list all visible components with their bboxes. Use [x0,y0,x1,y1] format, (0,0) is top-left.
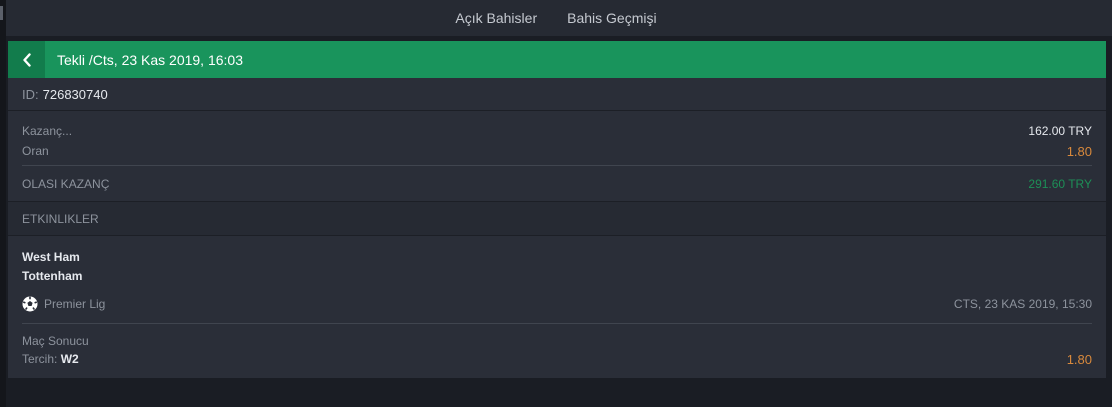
bet-header: Tekli /Cts, 23 Kas 2019, 16:03 [8,41,1106,78]
selection-label: Tercih: [22,352,58,366]
selection-value: W2 [60,352,79,366]
league-row: Premier Lig CTS, 23 KAS 2019, 15:30 [22,290,1092,318]
event-item: West Ham Tottenham Premier Lig CTS, 23 K… [8,236,1106,324]
league-name: Premier Lig [44,297,106,311]
bet-id-row: ID: 726830740 [8,78,1106,111]
market-block: Maç Sonucu Tercih: W2 1.80 [8,324,1106,378]
odds-value: 1.80 [1066,143,1092,159]
events-section-header: ETKINLIKLER [8,201,1106,236]
bet-detail-panel: Tekli /Cts, 23 Kas 2019, 16:03 ID: 72683… [8,41,1106,378]
bet-id-label: ID: [22,86,39,102]
edge-marker [0,6,3,20]
bet-title: Tekli /Cts, 23 Kas 2019, 16:03 [57,51,243,68]
left-edge-strip [0,0,6,407]
selection-row: Tercih: W2 1.80 [22,350,1092,368]
market-row: Maç Sonucu [22,332,1092,350]
soccer-ball-icon [22,296,38,312]
stake-row: Kazanç... 162.00 TRY [22,121,1092,141]
bet-tabs: Açık Bahisler Bahis Geçmişi [0,0,1112,36]
back-button[interactable] [8,41,45,78]
away-team: Tottenham [22,269,83,283]
chevron-left-icon [22,52,31,67]
events-section-title: ETKINLIKLER [22,211,99,226]
potential-win-label: OLASI KAZANÇ [22,176,110,191]
stake-block: Kazanç... 162.00 TRY Oran 1.80 [8,111,1106,161]
odds-row: Oran 1.80 [22,141,1092,161]
stake-label: Kazanç... [22,124,73,138]
market-label: Maç Sonucu [22,334,89,348]
bet-id-value: 726830740 [42,86,108,102]
odds-label: Oran [22,144,49,158]
home-team: West Ham [22,250,80,264]
event-datetime: CTS, 23 KAS 2019, 15:30 [953,297,1092,311]
potential-win-row: OLASI KAZANÇ 291.60 TRY [8,166,1106,201]
tab-open-bets[interactable]: Açık Bahisler [455,10,537,26]
stake-value: 162.00 TRY [1028,124,1092,138]
league: Premier Lig [22,296,105,312]
selection-odds: 1.80 [1066,351,1092,367]
tab-bet-history[interactable]: Bahis Geçmişi [567,10,656,26]
selection: Tercih: W2 [22,352,79,366]
potential-win-value: 291.60 TRY [1028,176,1092,191]
